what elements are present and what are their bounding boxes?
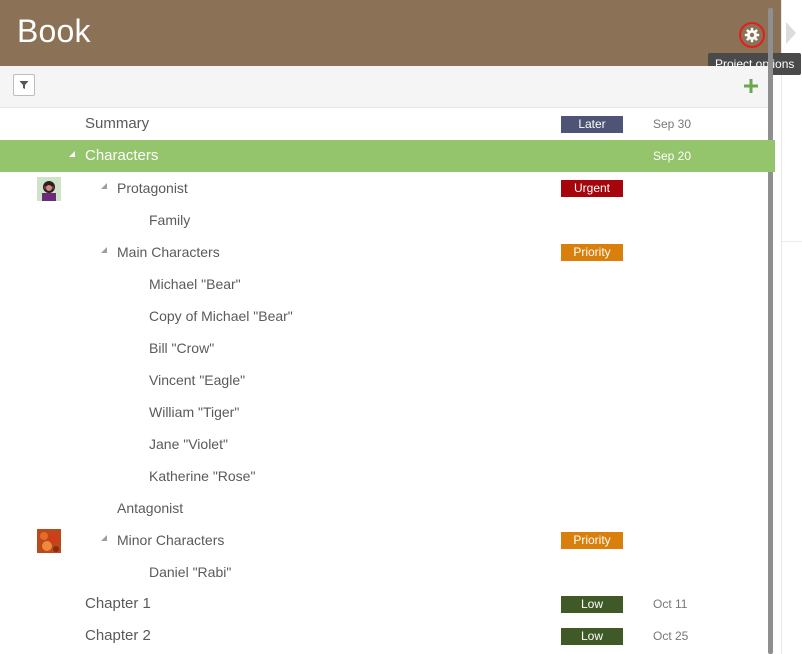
plus-icon bbox=[744, 79, 758, 93]
row-label: Family bbox=[149, 212, 191, 228]
collapse-toggle-icon[interactable] bbox=[69, 151, 75, 157]
row-label: Copy of Michael "Bear" bbox=[149, 308, 293, 324]
list-row[interactable]: Antagonist bbox=[0, 492, 768, 524]
project-title: Book bbox=[17, 13, 91, 49]
row-label: Jane "Violet" bbox=[149, 436, 228, 452]
due-date[interactable]: Oct 25 bbox=[653, 620, 688, 652]
list-row[interactable]: Characters Sep 20 bbox=[0, 140, 775, 172]
row-label: Protagonist bbox=[117, 180, 188, 196]
row-label: Daniel "Rabi" bbox=[149, 564, 232, 580]
row-label: Bill "Crow" bbox=[149, 340, 215, 356]
status-badge[interactable]: Priority bbox=[561, 244, 623, 261]
due-date[interactable]: Oct 11 bbox=[653, 588, 687, 620]
list-row[interactable]: Copy of Michael "Bear" bbox=[0, 300, 768, 332]
gear-icon bbox=[744, 27, 760, 43]
collapse-toggle-icon[interactable] bbox=[101, 183, 107, 189]
list-row[interactable]: Protagonist Urgent bbox=[0, 172, 768, 204]
row-label: Antagonist bbox=[117, 500, 184, 516]
list-row[interactable]: Summary Later Sep 30 bbox=[0, 108, 768, 140]
project-header: Book bbox=[0, 0, 781, 66]
list-row[interactable]: Minor Characters Priority bbox=[0, 524, 768, 556]
toolbar bbox=[0, 66, 768, 108]
list-row[interactable]: Chapter 1 Low Oct 11 bbox=[0, 588, 768, 620]
due-date[interactable]: Sep 30 bbox=[653, 108, 691, 140]
panel-expand-arrow-icon[interactable] bbox=[786, 22, 796, 44]
list-row[interactable]: Family bbox=[0, 204, 768, 236]
status-badge[interactable]: Later bbox=[561, 116, 623, 133]
list-row[interactable]: Jane "Violet" bbox=[0, 428, 768, 460]
vertical-scrollbar[interactable] bbox=[768, 8, 773, 654]
list-row[interactable]: Vincent "Eagle" bbox=[0, 364, 768, 396]
collapse-toggle-icon[interactable] bbox=[101, 247, 107, 253]
status-badge[interactable]: Low bbox=[561, 628, 623, 645]
list-row[interactable]: Bill "Crow" bbox=[0, 332, 768, 364]
add-item-button[interactable] bbox=[743, 78, 759, 94]
filter-button[interactable] bbox=[13, 74, 35, 96]
row-label: Characters bbox=[85, 147, 159, 164]
list-row[interactable]: Michael "Bear" bbox=[0, 268, 768, 300]
row-label: Vincent "Eagle" bbox=[149, 372, 246, 388]
list-row[interactable]: Chapter 2 Low Oct 25 bbox=[0, 620, 768, 652]
row-label: Chapter 1 bbox=[85, 595, 151, 612]
status-badge[interactable]: Low bbox=[561, 596, 623, 613]
project-options-button[interactable] bbox=[739, 22, 765, 48]
list-row[interactable]: Main Characters Priority bbox=[0, 236, 768, 268]
row-label: Main Characters bbox=[117, 244, 220, 260]
status-badge[interactable]: Priority bbox=[561, 532, 623, 549]
list-row[interactable]: Daniel "Rabi" bbox=[0, 556, 768, 588]
status-badge[interactable]: Urgent bbox=[561, 180, 623, 197]
row-label: Minor Characters bbox=[117, 532, 225, 548]
avatar bbox=[37, 529, 61, 553]
row-label: Katherine "Rose" bbox=[149, 468, 256, 484]
row-label: Chapter 2 bbox=[85, 627, 151, 644]
row-label: William "Tiger" bbox=[149, 404, 240, 420]
list-row[interactable]: Katherine "Rose" bbox=[0, 460, 768, 492]
list-row[interactable]: William "Tiger" bbox=[0, 396, 768, 428]
task-list: Summary Later Sep 30 Characters Sep 20 Protag… bbox=[0, 108, 775, 652]
row-label: Michael "Bear" bbox=[149, 276, 241, 292]
row-label: Summary bbox=[85, 115, 150, 132]
side-panel-strip bbox=[781, 0, 802, 654]
collapse-toggle-icon[interactable] bbox=[101, 535, 107, 541]
due-date[interactable]: Sep 20 bbox=[653, 140, 691, 172]
filter-icon bbox=[19, 81, 29, 89]
avatar bbox=[37, 177, 61, 201]
